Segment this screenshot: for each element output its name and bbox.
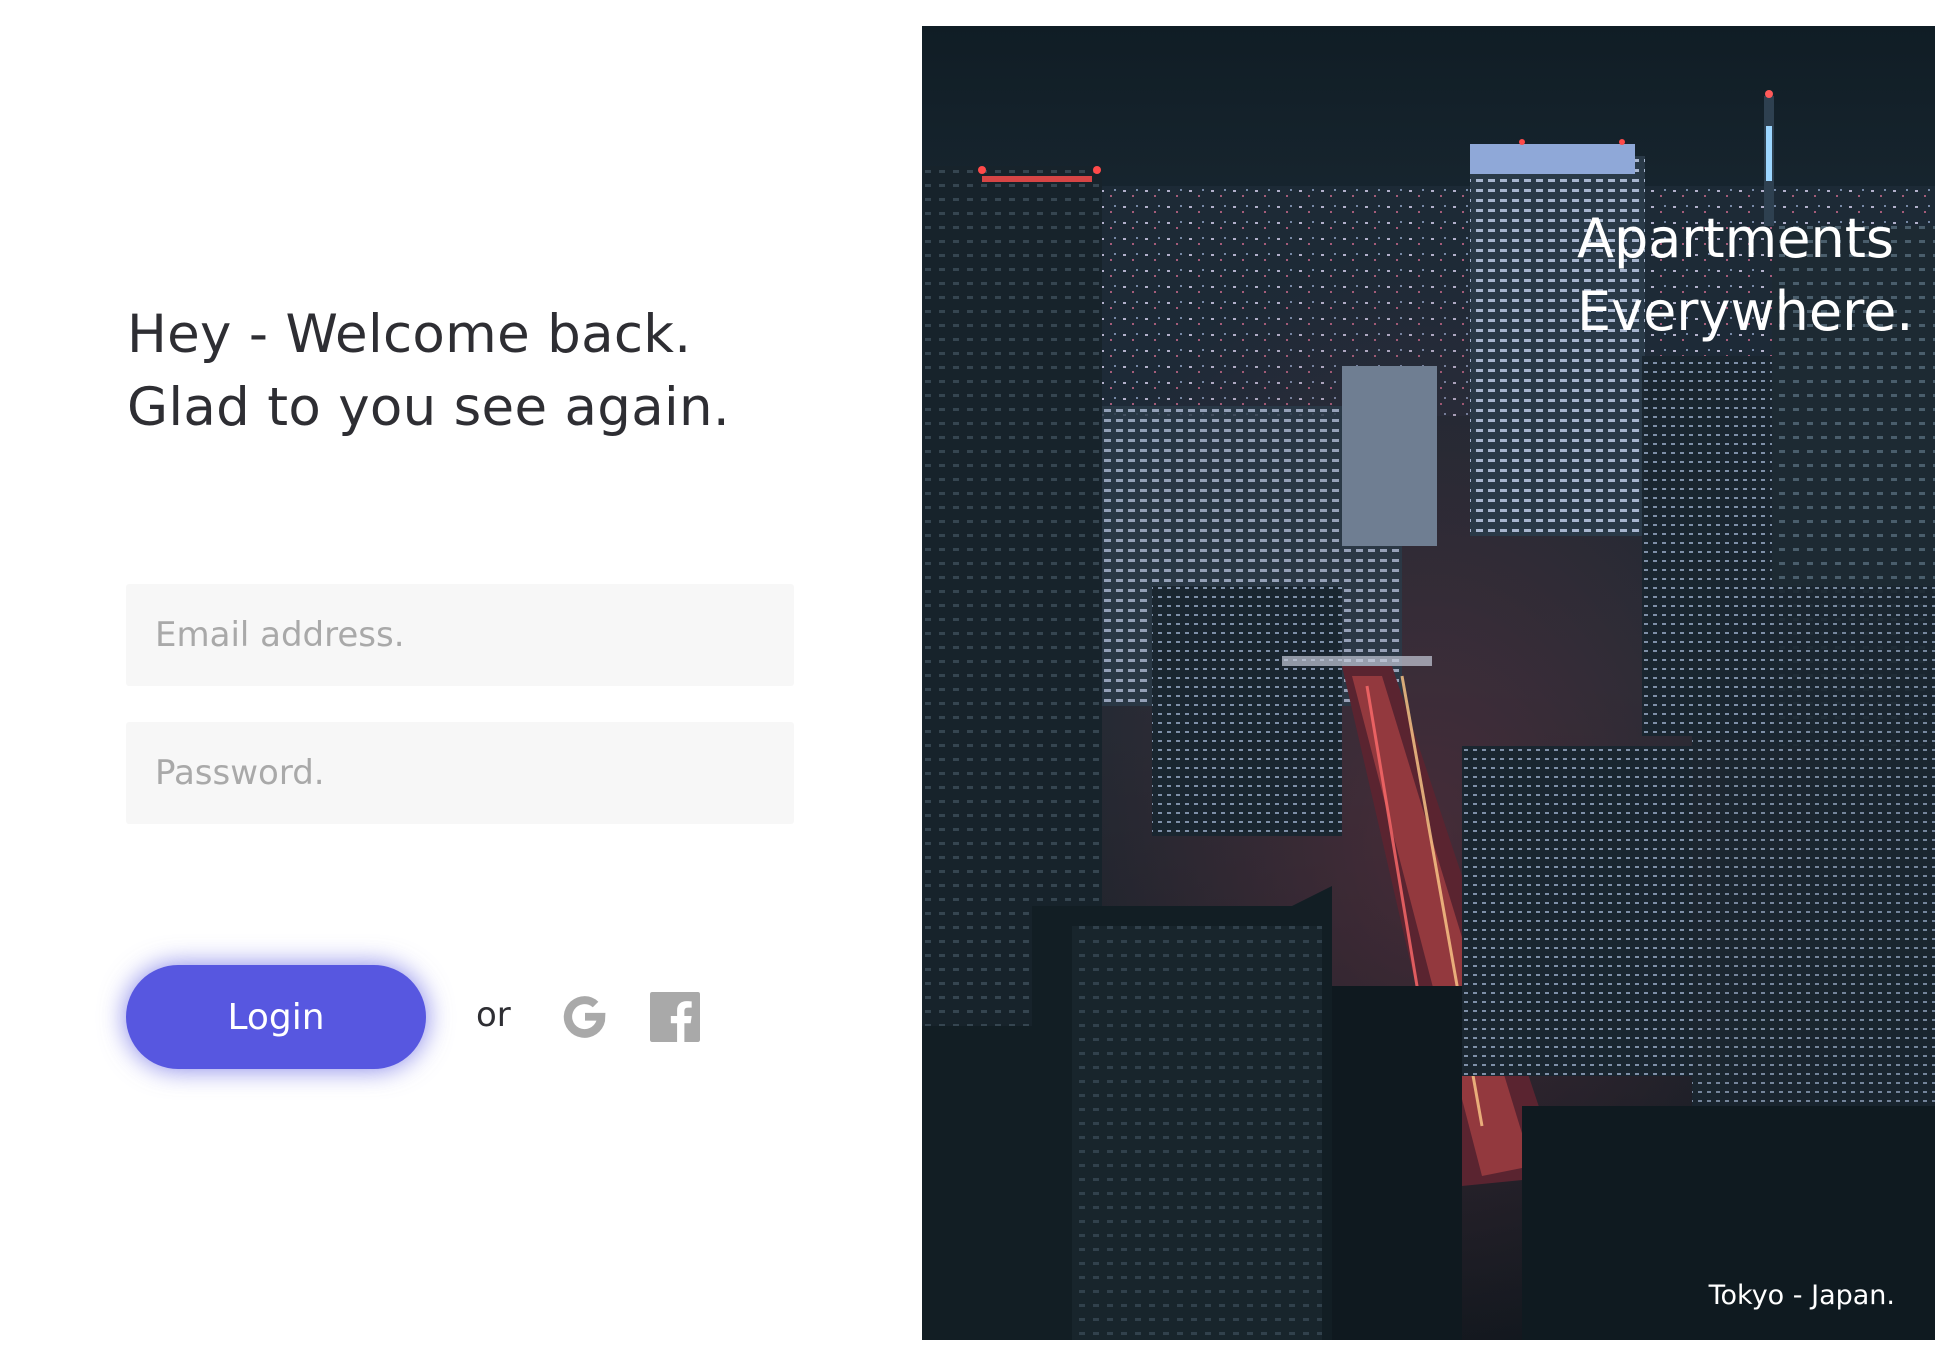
- login-button[interactable]: Login: [126, 965, 426, 1069]
- location-caption: Tokyo - Japan.: [1708, 1280, 1895, 1311]
- google-icon: [563, 996, 606, 1038]
- facebook-icon: [650, 992, 700, 1042]
- google-login-button[interactable]: [560, 992, 610, 1042]
- email-input[interactable]: [126, 584, 794, 686]
- welcome-line-1: Hey - Welcome back.: [127, 304, 692, 365]
- welcome-line-2: Glad to you see again.: [127, 377, 731, 438]
- facebook-login-button[interactable]: [650, 992, 700, 1042]
- hero-title-line-2: Everywhere.: [1577, 280, 1914, 343]
- welcome-heading: Hey - Welcome back. Glad to you see agai…: [127, 298, 730, 444]
- hero-title-line-1: Apartments: [1577, 207, 1895, 270]
- hero-image: Apartments Everywhere. Tokyo - Japan.: [922, 26, 1935, 1340]
- login-page: Hey - Welcome back. Glad to you see agai…: [0, 0, 1960, 1366]
- password-input[interactable]: [126, 722, 794, 824]
- or-separator: or: [476, 995, 511, 1035]
- hero-title: Apartments Everywhere.: [1577, 202, 1913, 348]
